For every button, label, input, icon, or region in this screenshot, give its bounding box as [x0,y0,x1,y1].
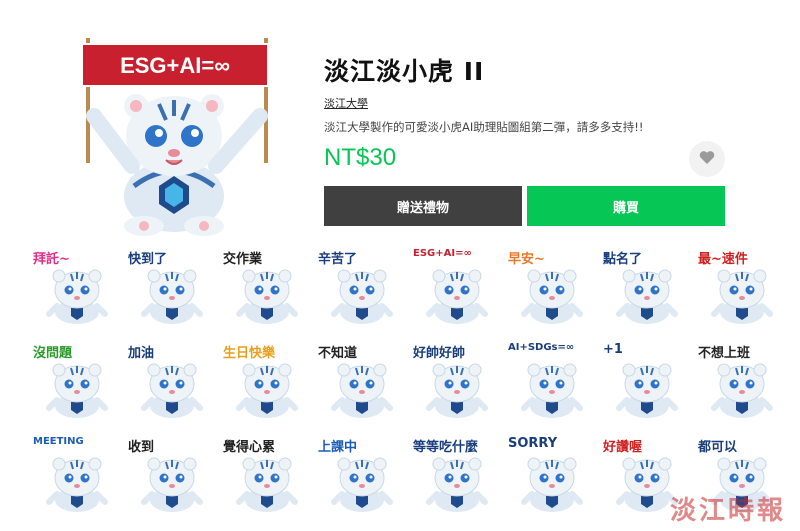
sticker-item[interactable]: 等等吃什麼 [407,434,497,514]
sticker-caption: 覺得心累 [223,440,276,455]
sticker-item[interactable]: SORRY [502,434,592,514]
gift-button[interactable]: 贈送禮物 [324,186,522,226]
product-title: 淡江淡小虎 II [324,57,485,86]
sticker-caption: 加油 [128,346,155,361]
sticker-caption: MEETING [33,436,84,447]
author-link[interactable]: 淡江大學 [324,95,368,111]
heart-icon [699,150,715,169]
sticker-item[interactable]: AI+SDGs=∞ [502,340,592,420]
sticker-caption: 最~速件 [698,252,748,267]
sticker-item[interactable]: 辛苦了 [312,246,402,326]
sticker-caption: 拜託~ [33,252,70,267]
buy-button[interactable]: 購買 [527,186,725,226]
sticker-item[interactable]: 生日快樂 [217,340,307,420]
main-sticker-image: ESG+AI=∞ [74,36,274,236]
sticker-caption: 辛苦了 [318,252,358,267]
sticker-item[interactable]: 沒問題 [27,340,117,420]
sticker-caption: 點名了 [603,252,643,267]
sticker-item[interactable]: 點名了 [597,246,687,326]
sticker-item[interactable]: 最~速件 [692,246,782,326]
sticker-item[interactable]: 不知道 [312,340,402,420]
sticker-item[interactable]: +1 [597,340,687,420]
watermark: 淡江時報 [669,496,786,526]
sticker-item[interactable]: 快到了 [122,246,212,326]
sticker-item[interactable]: 拜託~ [27,246,117,326]
sticker-item[interactable]: MEETING [27,434,117,514]
sticker-caption: 收到 [128,440,155,455]
sticker-caption: 上課中 [318,440,358,455]
sticker-caption: +1 [603,342,623,357]
sticker-item[interactable]: 上課中 [312,434,402,514]
product-price: NT$30 [324,144,397,171]
sticker-caption: 早安~ [508,252,545,267]
sticker-item[interactable]: 加油 [122,340,212,420]
product-description: 淡江大學製作的可愛淡小虎AI助理貼圖組第二彈，請多多支持!! [324,120,644,134]
favorite-button[interactable] [689,141,725,177]
sticker-caption: 不想上班 [698,346,751,361]
sticker-caption: 快到了 [128,252,168,267]
sticker-caption: 好讚喔 [603,440,643,455]
sticker-item[interactable]: 不想上班 [692,340,782,420]
sticker-caption: AI+SDGs=∞ [508,342,575,353]
sticker-caption: SORRY [508,436,558,451]
sticker-item[interactable]: 收到 [122,434,212,514]
sticker-item[interactable]: 覺得心累 [217,434,307,514]
sticker-caption: 都可以 [698,440,738,455]
sticker-caption: 沒問題 [33,346,73,361]
sticker-caption: 生日快樂 [223,346,276,361]
sticker-item[interactable]: ESG+AI=∞ [407,246,497,326]
sticker-caption: 交作業 [223,252,263,267]
sticker-caption: 等等吃什麼 [413,440,479,455]
sticker-caption: 好帥好帥 [413,346,466,361]
sticker-item[interactable]: 交作業 [217,246,307,326]
banner-text: ESG+AI=∞ [120,53,230,78]
sticker-item[interactable]: 早安~ [502,246,592,326]
sticker-caption: 不知道 [318,346,358,361]
sticker-item[interactable]: 好帥好帥 [407,340,497,420]
sticker-caption: ESG+AI=∞ [413,248,472,259]
